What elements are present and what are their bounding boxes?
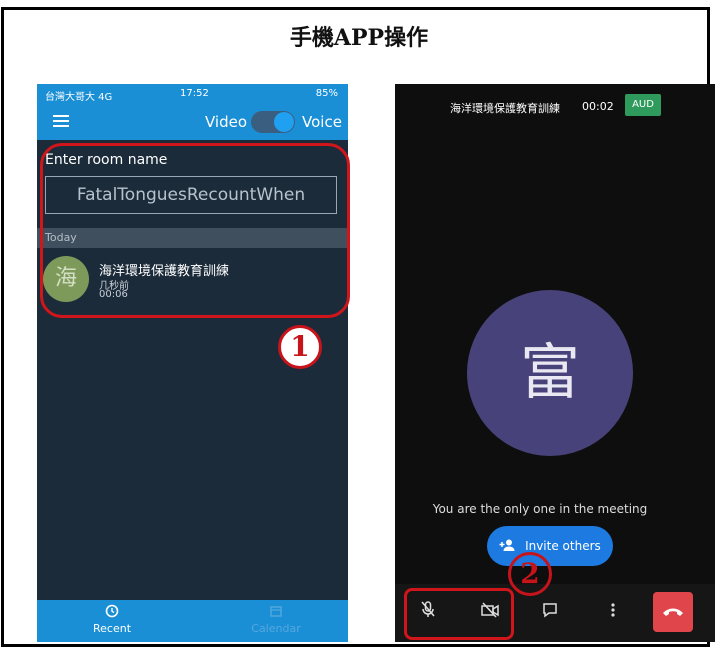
nav-recent[interactable]: Recent bbox=[72, 604, 152, 635]
participant-avatar: 富 bbox=[467, 290, 633, 456]
calendar-icon bbox=[236, 604, 316, 622]
voice-mode-label: Voice bbox=[302, 113, 342, 131]
step-marker-1: 1 bbox=[278, 325, 322, 369]
chat-icon[interactable] bbox=[535, 598, 565, 628]
hamburger-icon[interactable] bbox=[53, 115, 69, 127]
nav-calendar[interactable]: Calendar bbox=[236, 604, 316, 635]
video-voice-toggle[interactable] bbox=[251, 111, 295, 133]
more-options-icon[interactable] bbox=[598, 598, 628, 628]
status-bar: 台灣大哥大 4G 17:52 85% bbox=[37, 84, 348, 104]
page-title: 手機APP操作 bbox=[289, 25, 429, 51]
hang-up-icon bbox=[663, 608, 683, 616]
nav-recent-label: Recent bbox=[92, 622, 132, 635]
audio-badge[interactable]: AUD bbox=[625, 94, 661, 116]
battery-level: 85% bbox=[315, 88, 338, 99]
highlight-box-1 bbox=[40, 143, 350, 318]
status-time: 17:52 bbox=[180, 88, 209, 99]
invite-others-button[interactable]: Invite others bbox=[487, 526, 613, 566]
end-call-button[interactable] bbox=[653, 592, 693, 632]
alone-message: You are the only one in the meeting bbox=[432, 502, 648, 516]
video-mode-label: Video bbox=[205, 113, 248, 131]
history-icon bbox=[72, 604, 152, 622]
highlight-box-2 bbox=[404, 588, 514, 640]
call-elapsed-time: 00:02 bbox=[582, 100, 614, 113]
right-phone-screen: 海洋環境保護教育訓練 00:02 AUD 富 You are the only … bbox=[395, 84, 715, 642]
nav-calendar-label: Calendar bbox=[251, 622, 301, 635]
bottom-nav: Recent Calendar bbox=[37, 600, 348, 642]
add-person-icon bbox=[499, 539, 525, 553]
step-marker-2: 2 bbox=[508, 552, 552, 596]
app-bar: Video Voice bbox=[37, 104, 348, 140]
carrier-label: 台灣大哥大 4G bbox=[45, 92, 113, 103]
call-meeting-title: 海洋環境保護教育訓練 bbox=[450, 102, 560, 115]
toggle-knob bbox=[274, 112, 294, 132]
invite-others-label: Invite others bbox=[525, 539, 601, 553]
